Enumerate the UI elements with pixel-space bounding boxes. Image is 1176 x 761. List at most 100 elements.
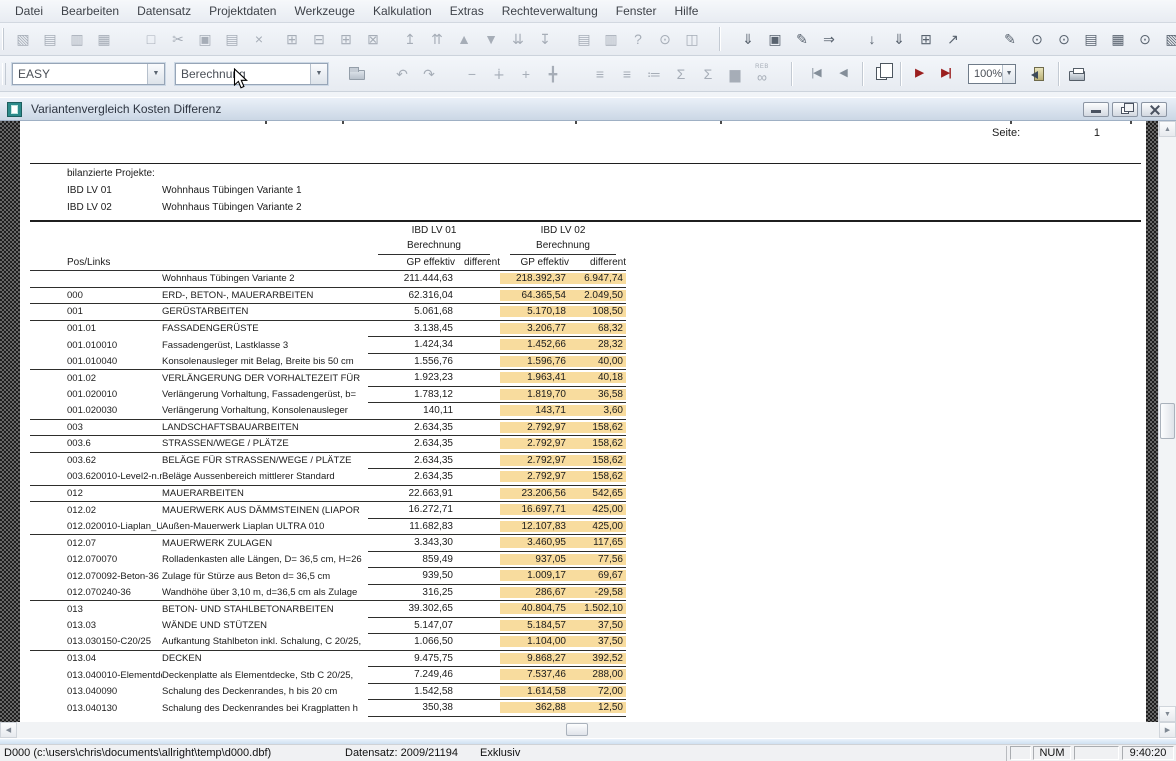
insert-child-icon[interactable]: ⊟ [306,27,332,51]
minimize-button[interactable] [1083,102,1109,117]
new-document-icon[interactable]: □ [138,27,164,51]
copy-icon[interactable]: ▣ [192,27,218,51]
fill-down-icon[interactable]: ↓ [859,27,885,51]
menu-item-extras[interactable]: Extras [441,1,493,21]
zoom-document-icon[interactable]: ⊙ [1024,27,1050,51]
picture-view-icon[interactable]: ▥ [64,27,90,51]
sum-select-icon[interactable]: Σ [668,62,694,86]
row-left-segment: 001.020030Verlängerung Vorhaltung, Konso… [30,403,368,420]
menu-item-datensatz[interactable]: Datensatz [128,1,200,21]
move-down-icon[interactable]: ▼ [478,27,504,51]
document-grid-icon-glyph: ▦ [1111,32,1124,46]
vertical-scrollbar[interactable]: ▲ ▼ [1158,121,1176,722]
fill-all-icon[interactable]: ⇓ [886,27,912,51]
scroll-left-arrow-icon[interactable]: ◀ [0,722,17,738]
next-page-icon[interactable]: ▶ [906,62,932,86]
edit-document-icon[interactable]: ✎ [789,27,815,51]
open-folder-icon[interactable] [344,62,370,86]
undo-icon[interactable]: ↶ [389,62,415,86]
toolbar-separator [900,62,901,86]
menu-item-fenster[interactable]: Fenster [607,1,666,21]
toolbar-grip[interactable] [2,28,4,50]
horizontal-scrollbar[interactable]: ◀ ▶ [0,722,1176,738]
hierarchy-icon[interactable]: ⊠ [360,27,386,51]
pin-icon[interactable]: ↗ [940,27,966,51]
sum-icon[interactable]: Σ [695,62,721,86]
menu-item-hilfe[interactable]: Hilfe [665,1,707,21]
print-report-icon[interactable] [1064,62,1090,86]
layout-combo-dropdown-button[interactable]: ▼ [147,64,164,84]
move-up-icon[interactable]: ▲ [451,27,477,51]
cell-gp-variant1: 2.634,35 [368,455,455,466]
move-pagedown-icon[interactable]: ⇊ [505,27,531,51]
picture-view-icon-glyph: ▥ [70,32,83,46]
statistics-icon[interactable]: ▆ [722,62,748,86]
move-top-icon[interactable]: ↥ [397,27,423,51]
cut-icon[interactable]: ✂ [165,27,191,51]
scroll-up-arrow-icon[interactable]: ▲ [1159,121,1176,137]
vertical-scroll-thumb[interactable] [1160,403,1175,439]
redo-icon[interactable]: ↷ [416,62,442,86]
insert-row-icon[interactable]: + [513,62,539,86]
restore-button[interactable] [1112,102,1138,117]
remove-row-icon[interactable]: − [459,62,485,86]
search-icon[interactable]: ⊙ [652,27,678,51]
split-window-icon[interactable]: ◫ [679,27,705,51]
cell-description: Rolladenkasten alle Längen, D= 36,5 cm, … [162,554,368,565]
prev-page-icon[interactable]: ◀ [830,62,856,86]
insert-above-icon[interactable]: ∔ [486,62,512,86]
toolbar-grip[interactable] [2,63,6,85]
print-preview-icon[interactable]: ▤ [571,27,597,51]
export-image-icon[interactable]: ▧ [10,27,36,51]
grid-icon[interactable]: ⊞ [913,27,939,51]
outline-indent-icon[interactable]: ≡ [614,62,640,86]
numbered-list-icon[interactable]: ≔ [641,62,667,86]
zoom-combo-dropdown-button[interactable]: ▼ [1002,65,1015,83]
insert-special-icon[interactable]: ╋ [540,62,566,86]
menu-item-bearbeiten[interactable]: Bearbeiten [52,1,128,21]
view-combo-dropdown-button[interactable]: ▼ [310,64,327,84]
forward-document-icon[interactable]: ⇒ [816,27,842,51]
reb-icon-glyph: ∞ [757,70,767,84]
close-button[interactable] [1141,102,1167,117]
menu-item-werkzeuge[interactable]: Werkzeuge [285,1,363,21]
import-icon[interactable]: ⇓ [735,27,761,51]
zoom-combo[interactable]: 100%▼ [968,64,1016,84]
last-page-icon[interactable]: ▶| [933,62,959,86]
project-id: IBD LV 02 [67,202,112,213]
outline-bullets-icon[interactable]: ≡ [587,62,613,86]
delete-icon[interactable]: × [246,27,272,51]
move-pageup-icon[interactable]: ⇈ [424,27,450,51]
exit-icon[interactable] [1026,62,1052,86]
view-combo[interactable]: Berechnung▼ [175,63,328,85]
catalog-icon[interactable]: ▦ [91,27,117,51]
print-icon[interactable]: ▥ [598,27,624,51]
layout-combo[interactable]: EASY▼ [12,63,165,85]
scroll-down-arrow-icon[interactable]: ▼ [1159,706,1176,722]
annotate-icon[interactable]: ✎ [997,27,1023,51]
row-left-segment: 003.6STRASSEN/WEGE / PLÄTZE [30,436,368,453]
document-settings-icon[interactable]: ▧ [1159,27,1176,51]
help-icon[interactable]: ? [625,27,651,51]
copy-pages-icon[interactable] [868,62,894,86]
reb-icon[interactable]: REB∞ [749,62,775,86]
cell-diff-variant2: 6.947,74 [569,273,626,284]
document-grid-icon[interactable]: ▦ [1105,27,1131,51]
paste-icon[interactable]: ▤ [219,27,245,51]
row-right-segment: 16.272,7116.697,71425,00 [368,502,626,519]
first-page-icon[interactable]: |◀ [803,62,829,86]
scroll-right-arrow-icon[interactable]: ▶ [1159,722,1176,738]
insert-before-icon[interactable]: ⊞ [333,27,359,51]
menu-item-projektdaten[interactable]: Projektdaten [200,1,285,21]
export-document-icon[interactable]: ▤ [1078,27,1104,51]
move-bottom-icon[interactable]: ↧ [532,27,558,51]
zoom-page-icon[interactable]: ⊙ [1051,27,1077,51]
report-view-icon[interactable]: ▤ [37,27,63,51]
insert-sibling-icon[interactable]: ⊞ [279,27,305,51]
menu-item-datei[interactable]: Datei [6,1,52,21]
menu-item-kalkulation[interactable]: Kalkulation [364,1,441,21]
menu-item-rechteverwaltung[interactable]: Rechteverwaltung [493,1,607,21]
horizontal-scroll-thumb[interactable] [566,723,588,736]
stamp-icon[interactable]: ▣ [762,27,788,51]
zoom-selection-icon[interactable]: ⊙ [1132,27,1158,51]
